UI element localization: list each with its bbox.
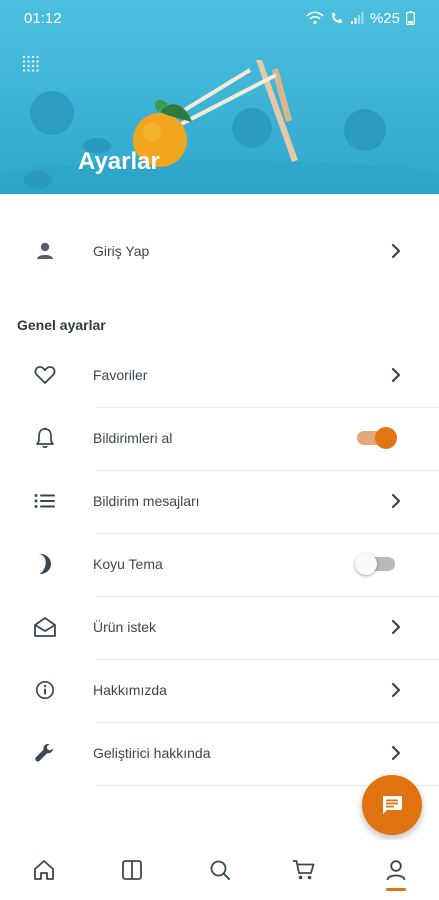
settings-item-product-request[interactable]: Ürün istek	[0, 596, 439, 658]
settings-item-dark-theme[interactable]: Koyu Tema	[0, 533, 439, 595]
settings-item-about-us[interactable]: Hakkımızda	[0, 659, 439, 721]
status-bar: 01:12 %25	[0, 0, 439, 36]
volte-call-icon	[331, 13, 342, 23]
cart-icon	[293, 860, 315, 880]
login-row[interactable]: Giriş Yap	[0, 220, 439, 282]
chevron-right-icon	[391, 745, 401, 761]
dark-theme-toggle[interactable]	[355, 553, 395, 575]
chevron-right-icon	[391, 682, 401, 698]
home-icon	[34, 860, 54, 880]
bottom-nav	[0, 840, 439, 900]
toggle-knob	[375, 427, 397, 449]
settings-item-label: Bildirim mesajları	[93, 493, 200, 509]
settings-item-notifications[interactable]: Bildirimleri al	[0, 407, 439, 469]
settings-item-label: Bildirimleri al	[93, 430, 173, 446]
nav-profile[interactable]	[366, 840, 426, 900]
chevron-right-icon	[391, 367, 401, 383]
book-icon	[122, 860, 142, 880]
list-icon	[31, 487, 59, 515]
search-icon	[210, 860, 230, 880]
chat-fab-button[interactable]	[362, 775, 422, 835]
status-time: 01:12	[24, 9, 62, 27]
login-label: Giriş Yap	[93, 243, 150, 259]
info-icon	[31, 676, 59, 704]
settings-item-label: Favoriler	[93, 367, 148, 383]
signal-icon	[350, 12, 364, 24]
status-icons: %25	[306, 10, 415, 27]
profile-icon	[386, 860, 406, 881]
settings-item-favorites[interactable]: Favoriler	[0, 344, 439, 406]
active-tab-indicator	[386, 888, 406, 891]
heart-outline-icon	[31, 361, 59, 389]
battery-icon	[406, 11, 415, 25]
grid-dots-icon[interactable]	[22, 55, 40, 73]
page-title: Ayarlar	[78, 148, 160, 175]
settings-item-label: Koyu Tema	[93, 556, 163, 572]
notifications-toggle[interactable]	[357, 427, 397, 449]
settings-item-about-developer[interactable]: Geliştirici hakkında	[0, 722, 439, 784]
settings-item-label: Geliştirici hakkında	[93, 745, 211, 761]
wifi-icon	[306, 11, 324, 25]
wrench-icon	[31, 739, 59, 767]
nav-home[interactable]	[14, 840, 74, 900]
settings-item-label: Hakkımızda	[93, 682, 167, 698]
nav-catalog[interactable]	[102, 840, 162, 900]
header-banner: 01:12 %25 Ayarlar	[0, 0, 439, 194]
section-title-general: Genel ayarlar	[17, 317, 106, 333]
chat-icon	[383, 796, 402, 814]
moon-icon	[31, 550, 59, 578]
toggle-knob	[355, 553, 377, 575]
settings-item-label: Ürün istek	[93, 619, 157, 635]
chevron-right-icon	[391, 493, 401, 509]
mail-open-icon	[31, 613, 59, 641]
nav-search[interactable]	[190, 840, 250, 900]
chevron-right-icon	[391, 243, 401, 259]
settings-item-notification-messages[interactable]: Bildirim mesajları	[0, 470, 439, 532]
nav-cart[interactable]	[274, 840, 334, 900]
bell-icon	[31, 424, 59, 452]
person-icon	[31, 237, 59, 265]
chevron-right-icon	[391, 619, 401, 635]
battery-percent: %25	[369, 9, 400, 27]
